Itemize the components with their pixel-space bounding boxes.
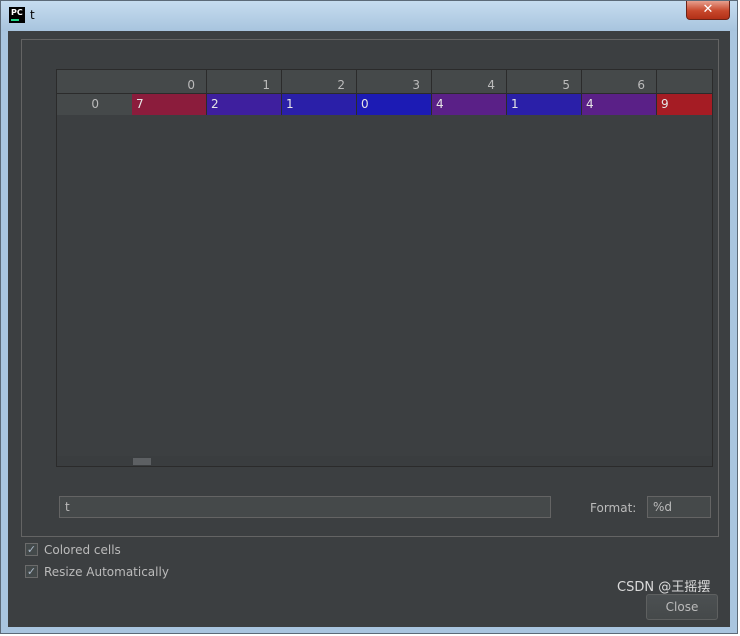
scrollbar-thumb[interactable] — [133, 458, 151, 465]
column-header[interactable]: 7 — [657, 70, 712, 94]
window-title: t — [30, 8, 35, 22]
checkmark-icon: ✓ — [26, 543, 37, 556]
resize-auto-checkbox[interactable]: ✓ — [25, 565, 38, 578]
pycharm-app-icon: PC — [9, 7, 25, 23]
table-cell[interactable]: 9 — [657, 94, 712, 115]
table-cell[interactable]: 1 — [282, 94, 357, 115]
dialog-window: PC t ✕ 01234567 072104149 t Format: %d ✓… — [0, 0, 738, 634]
table-cell[interactable]: 0 — [357, 94, 432, 115]
colored-cells-option[interactable]: ✓ Colored cells — [25, 543, 121, 559]
app-icon-bar — [11, 19, 19, 21]
column-header[interactable]: 0 — [132, 70, 207, 94]
horizontal-scrollbar[interactable] — [57, 456, 712, 466]
close-button[interactable]: Close — [646, 594, 718, 620]
table-cell[interactable]: 7 — [132, 94, 207, 115]
column-header[interactable]: 6 — [582, 70, 657, 94]
title-bar[interactable]: PC t ✕ — [1, 1, 737, 31]
resize-auto-label: Resize Automatically — [44, 565, 169, 579]
app-icon-text: PC — [11, 8, 23, 17]
checkmark-icon: ✓ — [26, 565, 37, 578]
table-cell[interactable]: 4 — [582, 94, 657, 115]
array-view-panel: 01234567 072104149 t Format: %d — [21, 39, 719, 537]
column-header[interactable]: 2 — [282, 70, 357, 94]
column-header[interactable]: 3 — [357, 70, 432, 94]
table-cell[interactable]: 2 — [207, 94, 282, 115]
table-row: 072104149 — [57, 94, 712, 115]
dialog-content: 01234567 072104149 t Format: %d ✓Colored… — [8, 31, 730, 627]
watermark-text: CSDN @王摇摆 — [617, 580, 711, 595]
column-header[interactable]: 4 — [432, 70, 507, 94]
colored-cells-label: Colored cells — [44, 543, 121, 557]
table-cell[interactable]: 1 — [507, 94, 582, 115]
table-cell[interactable]: 4 — [432, 94, 507, 115]
format-input[interactable]: %d — [647, 496, 711, 518]
close-icon: ✕ — [702, 2, 714, 17]
column-header[interactable]: 1 — [207, 70, 282, 94]
resize-auto-option[interactable]: ✓ Resize Automatically — [25, 565, 169, 581]
data-table[interactable]: 01234567 072104149 — [56, 69, 713, 467]
format-label: Format: — [590, 501, 637, 515]
colored-cells-checkbox[interactable]: ✓ — [25, 543, 38, 556]
window-close-button[interactable]: ✕ — [686, 1, 730, 20]
column-header-row: 01234567 — [57, 70, 712, 94]
column-header[interactable]: 5 — [507, 70, 582, 94]
array-name-input[interactable]: t — [59, 496, 551, 518]
row-header[interactable]: 0 — [57, 94, 132, 115]
